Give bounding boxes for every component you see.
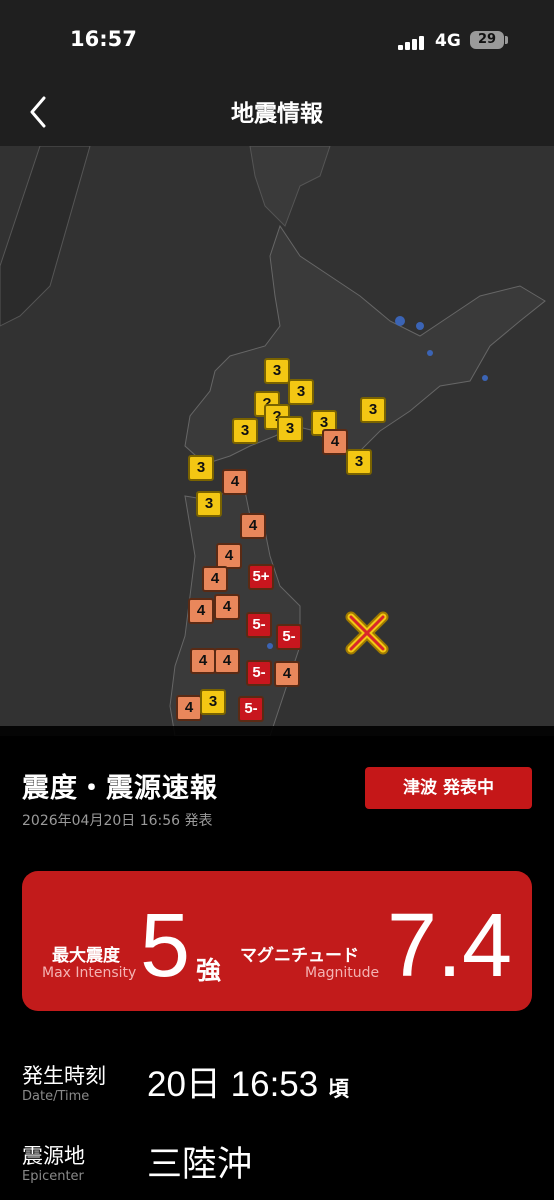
intensity-marker: 3 (200, 689, 226, 715)
intensity-marker: 3 (277, 416, 303, 442)
report-panel: 震度・震源速報 2026年04月20日 16:56 発表 津波 発表中 最大震度… (0, 726, 554, 1200)
intensity-marker: 5- (276, 624, 302, 650)
intensity-marker: 3 (346, 449, 372, 475)
magnitude-label: マグニチュード (240, 946, 359, 966)
summary-card: 最大震度 Max Intensity 5 強 マグニチュード Magnitude… (22, 871, 532, 1011)
status-time: 16:57 (70, 27, 137, 51)
max-intensity-label-en: Max Intensity (42, 965, 137, 981)
intensity-marker: 3 (288, 379, 314, 405)
intensity-marker: 4 (240, 513, 266, 539)
intensity-marker: 5- (246, 612, 272, 638)
intensity-marker: 4 (176, 695, 202, 721)
epicenter-label: 震源地 (22, 1144, 85, 1168)
report-published: 2026年04月20日 16:56 発表 (22, 813, 213, 829)
network-type: 4G (435, 31, 461, 51)
max-intensity-label: 最大震度 (52, 946, 120, 966)
battery-icon: 29 (470, 31, 504, 49)
intensity-marker: 4 (222, 469, 248, 495)
intensity-marker: 4 (322, 429, 348, 455)
intensity-marker: 4 (214, 594, 240, 620)
report-title: 震度・震源速報 (22, 773, 218, 804)
datetime-value-text: 20日 16:53 (147, 1065, 319, 1104)
intensity-marker: 3 (188, 455, 214, 481)
nav-bar: 地震情報 (0, 80, 554, 146)
epicenter-value: 三陸沖 (147, 1145, 253, 1184)
datetime-value: 20日 16:53 頃 (147, 1056, 349, 1107)
intensity-marker: 4 (190, 648, 216, 674)
signal-icon (398, 34, 428, 50)
epicenter-marker-icon (345, 611, 389, 655)
page-title: 地震情報 (231, 101, 323, 127)
intensity-marker: 3 (264, 358, 290, 384)
battery-tip (505, 36, 508, 44)
status-bar: 16:57 4G 29 (0, 0, 554, 80)
max-intensity-value: 5 (140, 896, 191, 996)
intensity-marker: 4 (202, 566, 228, 592)
magnitude-label-en: Magnitude (305, 965, 380, 981)
intensity-marker: 5- (238, 696, 264, 722)
intensity-marker: 3 (196, 491, 222, 517)
max-intensity-suffix: 強 (196, 956, 222, 985)
intensity-marker: 4 (188, 598, 214, 624)
datetime-suffix: 頃 (327, 1078, 349, 1101)
intensity-marker: 5- (246, 660, 272, 686)
datetime-label: 発生時刻 (22, 1064, 106, 1088)
magnitude-value: 7.4 (387, 896, 513, 996)
intensity-marker: 4 (214, 648, 240, 674)
intensity-marker: 5+ (248, 564, 274, 590)
earthquake-map[interactable]: 33??3333433434445+445-5-445-4435- (0, 146, 554, 736)
epicenter-label-en: Epicenter (22, 1169, 84, 1184)
intensity-marker: 3 (360, 397, 386, 423)
tsunami-badge[interactable]: 津波 発表中 (365, 767, 532, 809)
intensity-marker: 3 (232, 418, 258, 444)
datetime-label-en: Date/Time (22, 1089, 90, 1104)
intensity-marker: 4 (274, 661, 300, 687)
